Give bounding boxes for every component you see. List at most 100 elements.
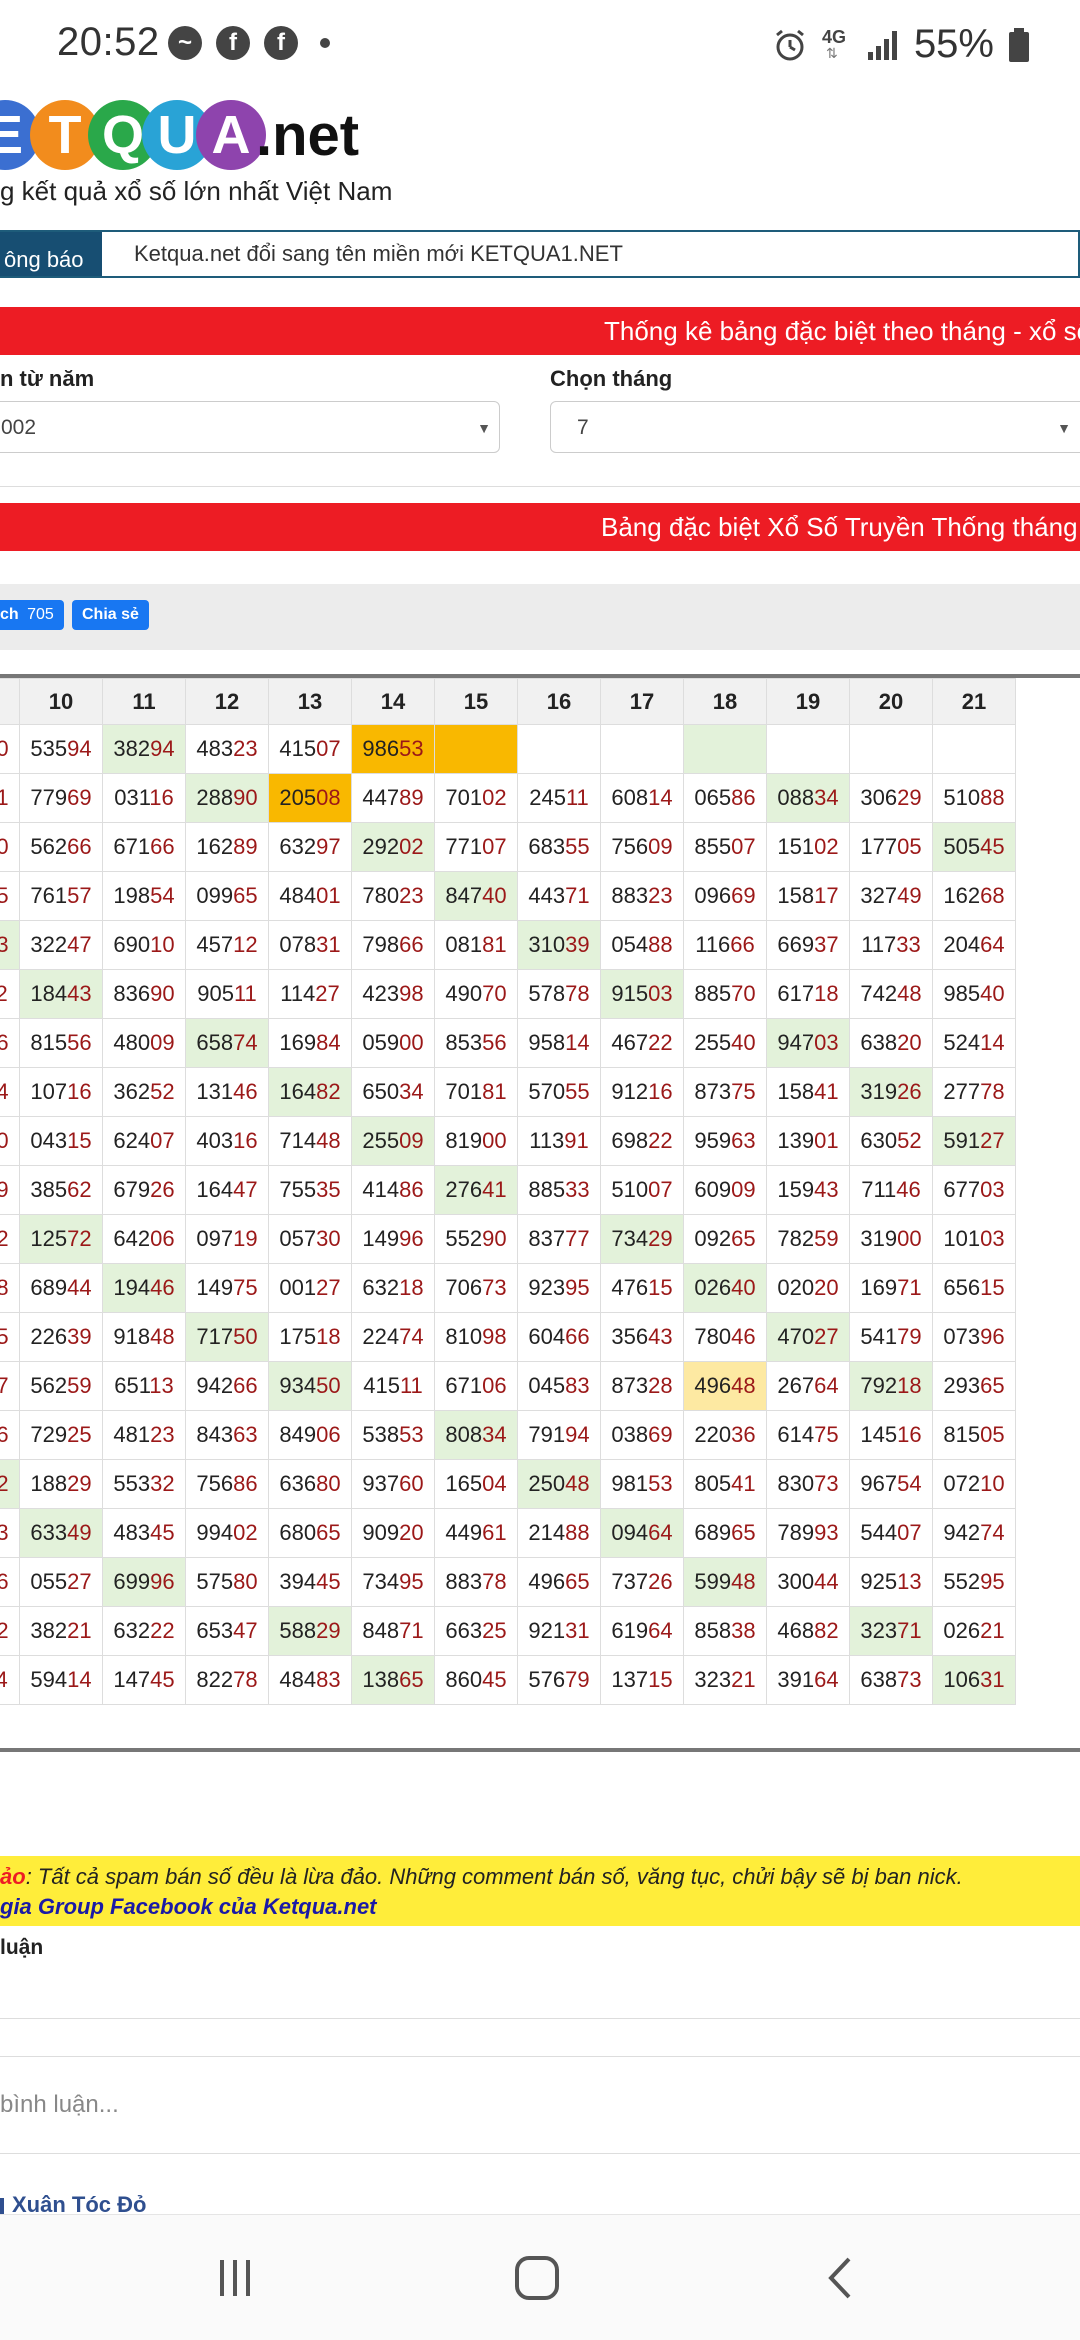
- cell-last-two-digits: 05: [980, 1422, 1005, 1447]
- cell-last-two-digits: 47: [233, 1618, 258, 1643]
- table-cell: 11427: [268, 969, 352, 1019]
- cell-prefix: 810: [445, 1324, 483, 1349]
- back-button[interactable]: [770, 2215, 910, 2340]
- stats-banner: Thống kê bảng đặc biệt theo tháng - xổ s…: [0, 307, 1080, 355]
- cell-last-two-digits: 43: [648, 1324, 673, 1349]
- table-cell: 81098: [434, 1312, 518, 1362]
- cell-prefix: 059: [362, 1030, 400, 1055]
- table-cell: 85356: [434, 1018, 518, 1068]
- cell-prefix: 043: [30, 1128, 68, 1153]
- cell-last-two-digits: 64: [648, 1618, 673, 1643]
- column-header: 13: [268, 678, 352, 725]
- share-button[interactable]: Chia sẻ: [72, 600, 149, 630]
- table-cell: 63297: [268, 822, 352, 872]
- recent-apps-button[interactable]: [165, 2215, 305, 2340]
- cell-last-two-digits: 09: [399, 1128, 424, 1153]
- cell-prefix: 116: [695, 932, 731, 957]
- table-cell: 65034: [351, 1067, 435, 1117]
- table-cell: 44371: [517, 871, 601, 921]
- table-cell: 68965: [683, 1508, 767, 1558]
- cell-prefix: 382: [30, 1618, 68, 1643]
- cell-last-two-digits: 68: [980, 883, 1005, 908]
- like-button[interactable]: ch 705: [0, 600, 64, 630]
- cell-prefix: 038: [611, 1422, 649, 1447]
- cell-prefix: 562: [30, 834, 68, 859]
- cell-prefix: 958: [528, 1030, 566, 1055]
- cell-last-two-digits: 90: [233, 785, 258, 810]
- cell-last-two-digits: 33: [565, 1177, 590, 1202]
- table-cell: 59948: [683, 1557, 767, 1607]
- comment-input[interactable]: bình luận...: [0, 2056, 1080, 2154]
- notice-text[interactable]: Ketqua.net đổi sang tên miền mới KETQUA1…: [134, 241, 623, 267]
- table-cell: 08181: [434, 920, 518, 970]
- table-cell: 71750: [185, 1312, 269, 1362]
- cell-last-two-digits: 02: [0, 1618, 9, 1643]
- cell-last-two-digits: 45: [316, 1569, 341, 1594]
- table-cell: 02640: [683, 1263, 767, 1313]
- table-cell: 57878: [517, 969, 601, 1019]
- cell-prefix: 323: [694, 1667, 732, 1692]
- table-cell: 38490: [0, 822, 20, 872]
- cell-last-two-digits: 55: [565, 834, 590, 859]
- warning-line: ảo: Tất cả spam bán số đều là lừa đảo. N…: [0, 1864, 963, 1890]
- cell-prefix: 815: [30, 1030, 68, 1055]
- cell-last-two-digits: 23: [399, 883, 424, 908]
- cell-prefix: 205: [279, 785, 317, 810]
- cell-prefix: 423: [362, 981, 400, 1006]
- cell-last-two-digits: 18: [399, 1275, 424, 1300]
- cell-prefix: 701: [445, 1079, 483, 1104]
- cell-last-two-digits: 00: [482, 1128, 507, 1153]
- cell-prefix: 480: [113, 1030, 151, 1055]
- table-cell: 00127: [268, 1263, 352, 1313]
- cell-prefix: 162: [196, 834, 234, 859]
- cell-last-two-digits: 52: [0, 1226, 9, 1251]
- cell-prefix: 677: [943, 1177, 981, 1202]
- cell-prefix: 101: [943, 1226, 981, 1251]
- table-cell: 55290: [434, 1214, 518, 1264]
- cell-prefix: 883: [611, 883, 649, 908]
- month-select[interactable]: 7 ▼: [550, 401, 1080, 453]
- cell-prefix: 698: [611, 1128, 649, 1153]
- table-cell: 14516: [849, 1410, 933, 1460]
- cell-prefix: 245: [529, 785, 566, 810]
- cell-last-two-digits: 31: [565, 1618, 590, 1643]
- cell-last-two-digits: 66: [399, 932, 424, 957]
- dot-icon: [320, 38, 330, 48]
- table-cell: 29202: [351, 822, 435, 872]
- table-row: 7809177969031162889020508447897010224511…: [0, 773, 1016, 823]
- table-cell: 90920: [351, 1508, 435, 1558]
- table-cell: 71448: [268, 1116, 352, 1166]
- cell-prefix: 656: [943, 1275, 981, 1300]
- home-button[interactable]: [467, 2215, 607, 2340]
- table-row: 1484576157198540996548401780238474044371…: [0, 871, 1016, 921]
- year-select[interactable]: 002 ▼: [0, 401, 500, 453]
- site-logo[interactable]: E T Q U A .net: [0, 96, 520, 176]
- cell-prefix: 830: [777, 1471, 815, 1496]
- cell-last-two-digits: 75: [233, 1275, 258, 1300]
- table-cell: 26136: [0, 1557, 20, 1607]
- results-table: 9101112131415161718192021 00060535943829…: [0, 674, 1080, 1752]
- table-cell: 75686: [185, 1459, 269, 1509]
- facebook-group-link[interactable]: gia Group Facebook của Ketqua.net: [0, 1894, 377, 1920]
- table-cell: 67926: [102, 1165, 186, 1215]
- table-cell: 81556: [19, 1018, 103, 1068]
- table-cell: 98540: [932, 969, 1016, 1019]
- table-cell: [434, 724, 518, 774]
- cell-last-two-digits: 07: [897, 1520, 922, 1545]
- table-cell: 05488: [600, 920, 684, 970]
- table-cell: 09719: [185, 1214, 269, 1264]
- column-header: 10: [19, 678, 103, 725]
- cell-last-two-digits: 13: [897, 1569, 922, 1594]
- cell-prefix: 690: [113, 932, 151, 957]
- table-cell: 21488: [517, 1508, 601, 1558]
- cell-last-two-digits: 90: [150, 981, 175, 1006]
- cell-last-two-digits: 71: [897, 1275, 922, 1300]
- table-cell: [683, 724, 767, 774]
- cell-last-two-digits: 27: [814, 1324, 839, 1349]
- cell-last-two-digits: 90: [482, 1226, 507, 1251]
- cell-prefix: 510: [611, 1177, 649, 1202]
- table-cell: 41486: [351, 1165, 435, 1215]
- cell-last-two-digits: 11: [233, 981, 257, 1006]
- table-cell: 48323: [185, 724, 269, 774]
- table-cell: 65113: [102, 1361, 186, 1411]
